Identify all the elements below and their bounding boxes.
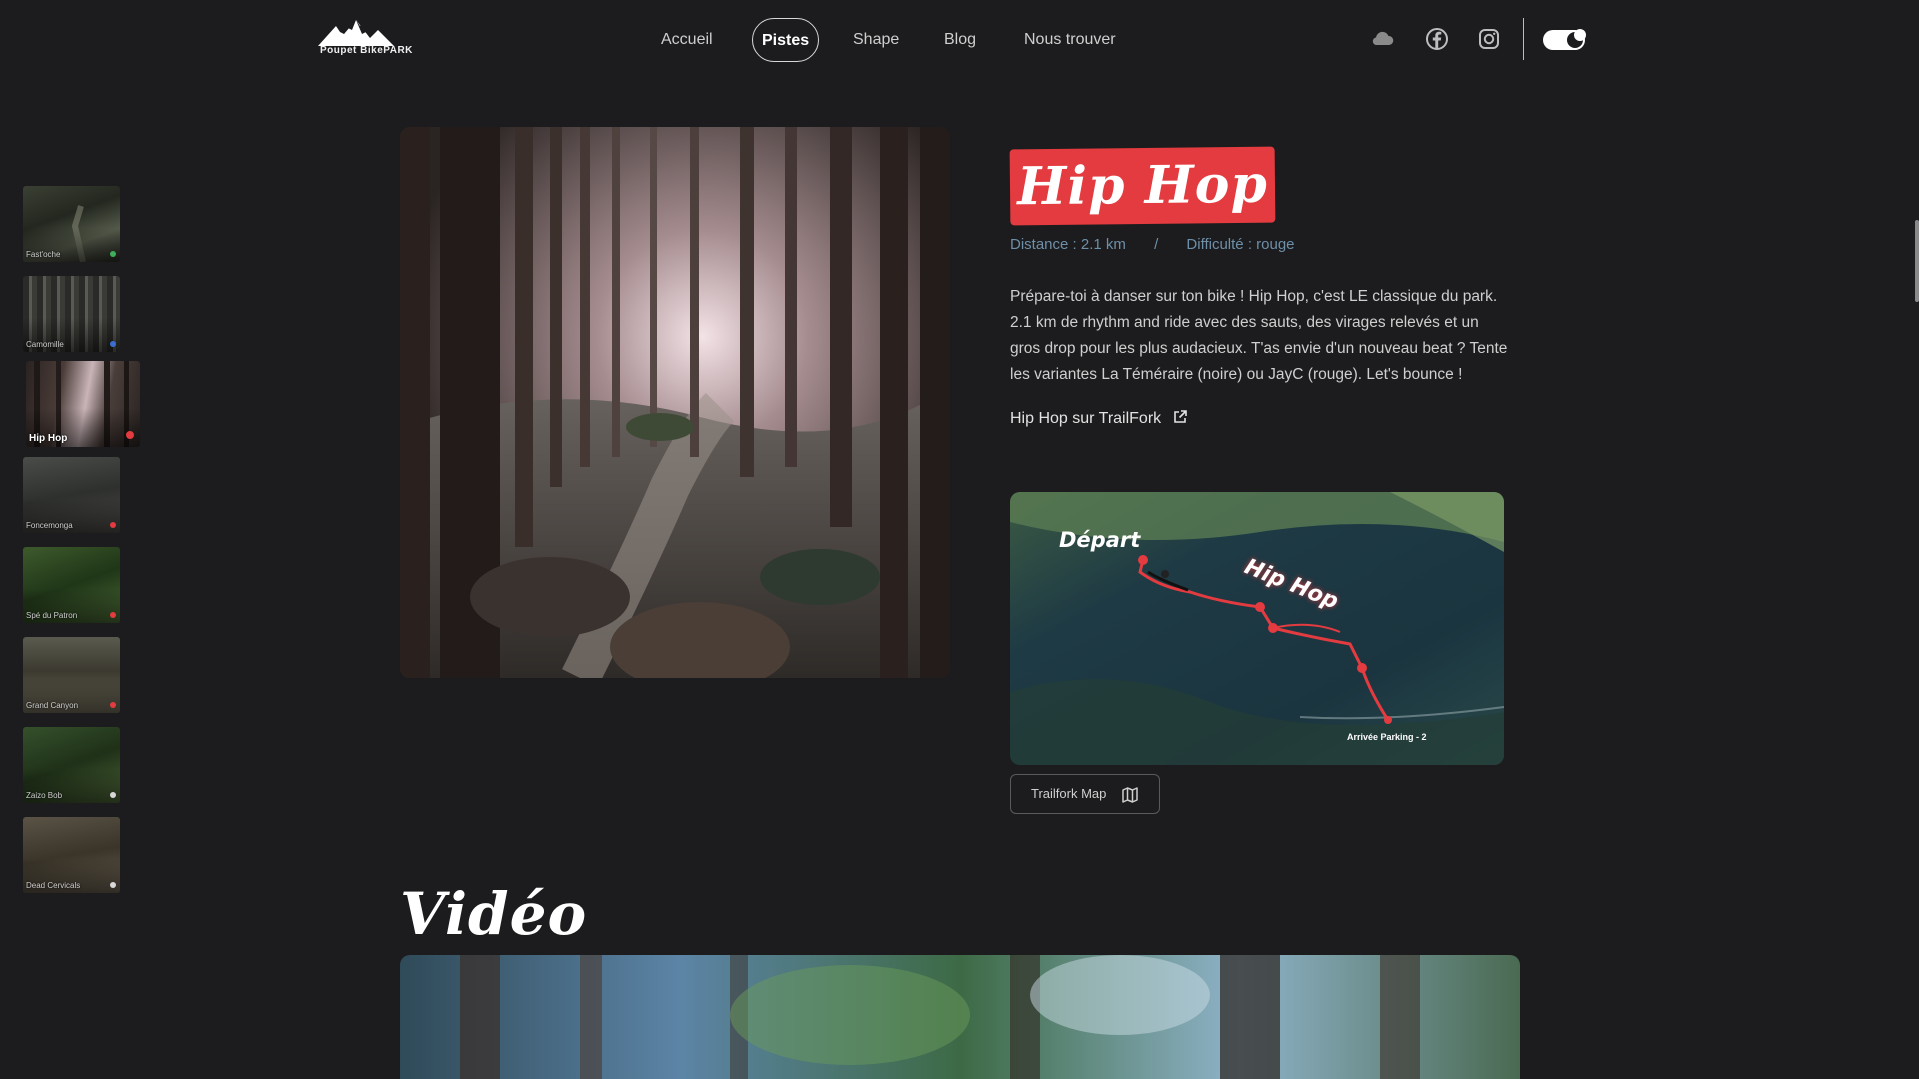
trail-thumb-label: Foncemonga <box>26 521 73 530</box>
theme-toggle[interactable] <box>1543 29 1586 50</box>
logo-text: Poupet BikePARK <box>320 45 413 56</box>
trail-photo <box>400 127 950 678</box>
video-thumbnail <box>400 955 1520 1079</box>
header-divider <box>1523 18 1524 60</box>
moon-icon <box>1567 29 1586 48</box>
meta-separator: / <box>1154 236 1159 253</box>
video-player[interactable] <box>400 955 1520 1079</box>
trail-thumb-fastoche[interactable]: Fast'oche <box>23 186 120 262</box>
difficulty-dot <box>110 341 116 347</box>
trail-thumb-label: Hip Hop <box>29 433 68 444</box>
nav-nous-trouver[interactable]: Nous trouver <box>1024 18 1116 62</box>
trail-thumb-label: Dead Cervicals <box>26 881 81 890</box>
page-scrollbar[interactable] <box>1915 220 1919 302</box>
trail-thumb-grand-canyon[interactable]: Grand Canyon <box>23 637 120 713</box>
trail-difficulty: Difficulté : rouge <box>1186 236 1295 253</box>
trail-meta: Distance : 2.1 km / Difficulté : rouge <box>1010 236 1319 253</box>
trail-thumb-label: Fast'oche <box>26 250 61 259</box>
map-label-start: Départ <box>1059 528 1141 552</box>
trail-thumb-dead-cervicals[interactable]: Dead Cervicals <box>23 817 120 893</box>
trail-thumb-label: Spé du Patron <box>26 611 78 620</box>
nav-shape[interactable]: Shape <box>853 18 899 62</box>
trail-title: Hip Hop <box>1016 153 1269 218</box>
trail-map[interactable]: Départ Hip Hop Arrivée Parking - 2 <box>1010 492 1504 765</box>
trail-title-badge: Hip Hop <box>1009 146 1276 226</box>
instagram-icon[interactable] <box>1476 26 1502 52</box>
difficulty-dot <box>110 702 116 708</box>
trail-distance: Distance : 2.1 km <box>1010 236 1126 253</box>
map-icon <box>1122 787 1138 803</box>
trail-thumb-zaizo-bob[interactable]: Zaizo Bob <box>23 727 120 803</box>
trail-thumb-foncemonga[interactable]: Foncemonga <box>23 457 120 533</box>
difficulty-dot <box>110 522 116 528</box>
video-heading: Vidéo <box>400 880 588 948</box>
trailfork-link-label: Hip Hop sur TrailFork <box>1010 410 1162 427</box>
trail-thumb-camomille[interactable]: Camomille <box>23 276 120 352</box>
nav-pistes[interactable]: Pistes <box>752 18 820 62</box>
external-link-icon <box>1173 410 1187 423</box>
trail-description: Prépare-toi à danser sur ton bike ! Hip … <box>1010 288 1508 383</box>
nav-accueil[interactable]: Accueil <box>661 18 713 62</box>
nav-blog[interactable]: Blog <box>944 18 976 62</box>
trailfork-link[interactable]: Hip Hop sur TrailFork <box>1010 409 1188 428</box>
difficulty-dot <box>110 251 116 257</box>
trail-thumb-hip-hop[interactable]: Hip Hop <box>26 361 140 447</box>
cloud-icon[interactable] <box>1369 26 1395 52</box>
site-logo[interactable]: Poupet BikePARK <box>318 18 414 60</box>
trail-thumb-label: Camomille <box>26 340 64 349</box>
facebook-icon[interactable] <box>1424 26 1450 52</box>
trail-thumb-label: Grand Canyon <box>26 701 79 710</box>
trail-thumb-spe-du-patron[interactable]: Spé du Patron <box>23 547 120 623</box>
difficulty-dot <box>110 612 116 618</box>
mountain-logo-icon <box>318 20 394 46</box>
difficulty-dot <box>126 431 134 439</box>
trailfork-map-button-label: Trailfork Map <box>1031 786 1107 801</box>
map-label-end: Arrivée Parking - 2 <box>1347 732 1427 742</box>
trailfork-map-button[interactable]: Trailfork Map <box>1010 774 1160 814</box>
difficulty-dot <box>110 882 116 888</box>
difficulty-dot <box>110 792 116 798</box>
trail-thumb-label: Zaizo Bob <box>26 791 63 800</box>
